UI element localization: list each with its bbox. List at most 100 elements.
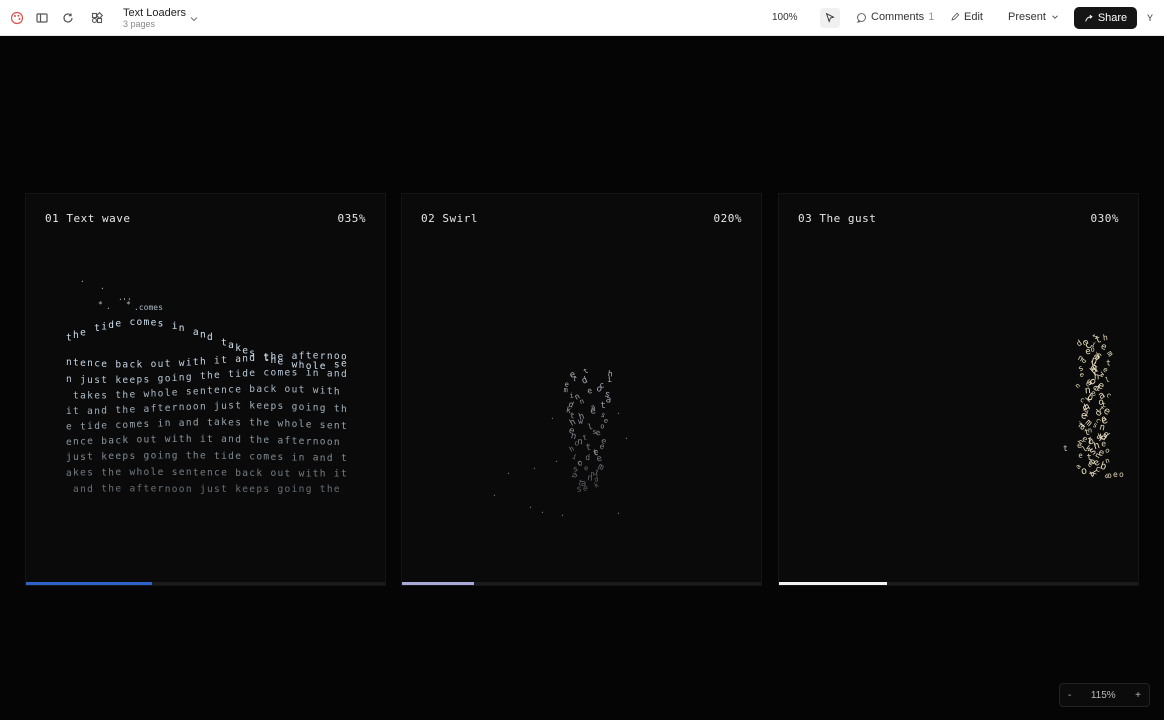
wave-char: n [87, 358, 93, 369]
wave-char: a [228, 340, 234, 351]
wave-char: i [334, 468, 340, 479]
wave-char: n [327, 351, 333, 362]
zoom-out-button[interactable]: - [1068, 690, 1071, 701]
wave-char: t [94, 323, 100, 334]
wave-char: f [137, 484, 143, 495]
wave-char: n [228, 434, 234, 445]
wave-char: c [228, 385, 234, 396]
wave-char: t [179, 434, 185, 445]
cursor-tool-button[interactable] [820, 8, 840, 28]
wave-char: e [129, 375, 135, 386]
zoom-value[interactable]: 115% [1091, 690, 1116, 701]
wave-char: s [292, 367, 298, 378]
sidebar-toggle-icon[interactable] [31, 7, 53, 29]
wave-char: s [129, 451, 135, 462]
progress-fill [779, 582, 887, 585]
gust-char: o [1107, 471, 1112, 480]
wave-char: s [101, 391, 107, 402]
text-wave-canvas: thetidecomesinandtakesthewholesentenceba… [26, 234, 385, 579]
wave-char: i [306, 468, 312, 479]
wave-char: n [73, 437, 79, 448]
wave-char: b [101, 436, 107, 447]
progress-track [779, 582, 1138, 585]
wave-char: k [270, 384, 276, 395]
wave-char: o [151, 359, 157, 370]
swirl-particle: . [506, 467, 511, 476]
wave-char: a [129, 484, 135, 495]
wave-char: t [66, 332, 72, 343]
wave-char: e [235, 384, 241, 395]
wave-char: t [207, 386, 213, 397]
wave-char: o [292, 419, 298, 430]
wave-char: n [334, 369, 340, 380]
document-title[interactable]: Text Loaders [123, 7, 186, 19]
wave-char: e [306, 419, 312, 430]
wave-char: g [144, 451, 150, 462]
gust-char: o [1089, 437, 1094, 446]
wave-char: w [313, 385, 319, 396]
avatar[interactable]: Y [1143, 11, 1157, 25]
wave-char: t [165, 359, 171, 370]
wave-char: f [285, 436, 291, 447]
wave-char: t [221, 337, 227, 348]
wave-char: a [179, 418, 185, 429]
wave-char: t [299, 385, 305, 396]
wave-char: l [151, 467, 157, 478]
wave-char: m [144, 317, 150, 328]
wave-char: a [80, 391, 86, 402]
refresh-icon[interactable] [57, 7, 79, 29]
wave-char: e [256, 401, 262, 412]
wave-char: t [73, 406, 79, 417]
wave-char: u [221, 401, 227, 412]
wave-char: m [278, 367, 284, 378]
wave-char: e [151, 318, 157, 329]
wave-char: w [299, 468, 305, 479]
swirl-char: e [584, 464, 589, 472]
wave-char: t [207, 417, 213, 428]
wave-char: k [221, 417, 227, 428]
swirl-particle: . [616, 407, 621, 416]
share-button[interactable]: Share [1074, 7, 1137, 29]
swirl-char: o [600, 422, 605, 431]
wave-char: c [80, 436, 86, 447]
wave-char: n [186, 418, 192, 429]
palette-icon[interactable] [6, 7, 28, 29]
wave-char: h [186, 434, 192, 445]
wave-char: u [278, 468, 284, 479]
wave-char: c [94, 359, 100, 370]
wave-char: l [165, 388, 171, 399]
wave-char: e [299, 436, 305, 447]
swirl-particle: . [532, 462, 537, 471]
wave-char: a [313, 453, 319, 464]
wave-char: n [186, 484, 192, 495]
wave-char: e [263, 401, 269, 412]
wave-char: i [200, 434, 206, 445]
wave-char: e [172, 387, 178, 398]
zoom-in-button[interactable]: + [1135, 690, 1141, 701]
comments-button[interactable]: Comments 1 [856, 11, 934, 23]
zoom-level[interactable]: 100% [772, 12, 798, 23]
wave-char: e [278, 351, 284, 362]
wave-char: n [221, 385, 227, 396]
wave-char: e [129, 405, 135, 416]
components-icon[interactable] [86, 7, 108, 29]
wave-char: e [115, 467, 121, 478]
wave-char: n [200, 329, 206, 340]
wave-char: h [151, 389, 157, 400]
wave-char: o [172, 484, 178, 495]
swirl-particle: . [560, 509, 565, 518]
wave-char: i [306, 368, 312, 379]
wave-char: h [285, 419, 291, 430]
wave-char: h [270, 352, 276, 363]
wave-char: d [235, 434, 241, 445]
wave-char: o [151, 451, 157, 462]
chevron-down-icon[interactable] [188, 12, 200, 24]
wave-char: i [214, 356, 220, 367]
gust-char: m [1105, 349, 1115, 358]
gust-char: e [1113, 470, 1118, 479]
edit-button[interactable]: Edit [950, 11, 983, 23]
comments-count: 1 [928, 11, 935, 23]
wave-char: t [101, 375, 107, 386]
present-button[interactable]: Present [1008, 11, 1060, 23]
gust-canvas: thetidecomesinandtakesthewholesentenceba… [779, 234, 1138, 579]
